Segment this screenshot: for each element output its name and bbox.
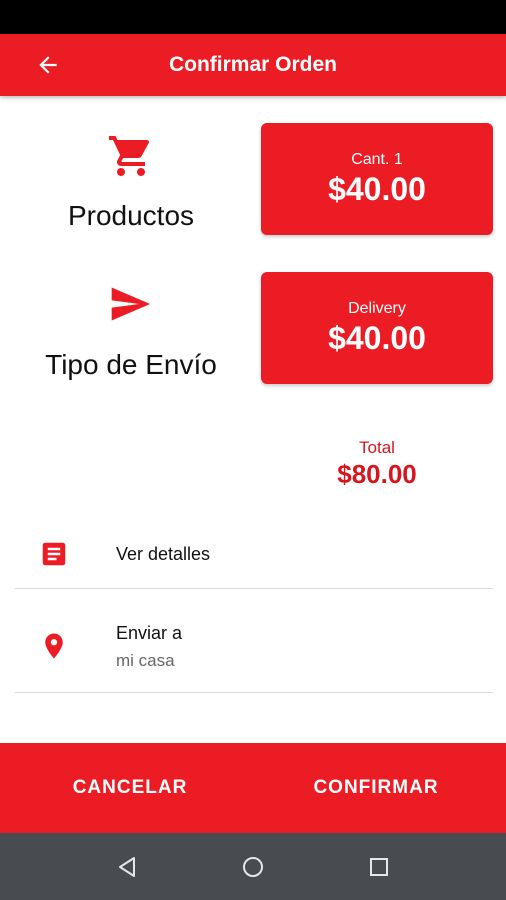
shipping-amount: $40.00 — [328, 320, 426, 356]
send-icon — [111, 287, 151, 321]
send-to-value: mi casa — [116, 651, 175, 670]
bottom-action-bar: CANCELAR CONFIRMAR — [0, 743, 506, 833]
triangle-back-icon — [119, 857, 135, 877]
app-bar: Confirmar Orden — [0, 34, 506, 96]
send-to-item[interactable]: Enviar a mi casa — [15, 589, 493, 692]
cart-icon — [109, 136, 150, 176]
location-pin-icon — [45, 633, 63, 659]
total-value: $80.00 — [337, 459, 417, 489]
nav-home-button[interactable] — [238, 853, 268, 881]
nav-recents-button[interactable] — [364, 853, 394, 881]
view-details-item[interactable]: Ver detalles — [15, 520, 493, 588]
products-label: Productos — [67, 200, 195, 231]
shipping-type-label: Tipo de Envío — [45, 349, 217, 380]
view-details-label: Ver detalles — [116, 544, 211, 564]
confirm-button[interactable]: CONFIRMAR — [286, 743, 466, 833]
circle-home-icon — [243, 857, 263, 877]
products-amount: $40.00 — [328, 171, 426, 207]
products-price-card[interactable]: Cant. 1 $40.00 — [261, 123, 493, 235]
total-label: Total — [359, 438, 395, 457]
square-recents-icon — [370, 858, 388, 876]
status-bar — [0, 0, 506, 34]
shipping-price-card[interactable]: Delivery $40.00 — [261, 272, 493, 384]
shipping-method: Delivery — [348, 300, 406, 317]
cancel-button[interactable]: CANCELAR — [40, 743, 220, 833]
divider — [15, 692, 493, 693]
system-nav-bar — [0, 833, 506, 900]
page-title: Confirmar Orden — [168, 53, 338, 76]
send-to-label: Enviar a — [116, 623, 183, 643]
products-quantity: Cant. 1 — [351, 151, 403, 168]
nav-back-button[interactable] — [112, 853, 142, 881]
document-icon — [42, 542, 66, 566]
